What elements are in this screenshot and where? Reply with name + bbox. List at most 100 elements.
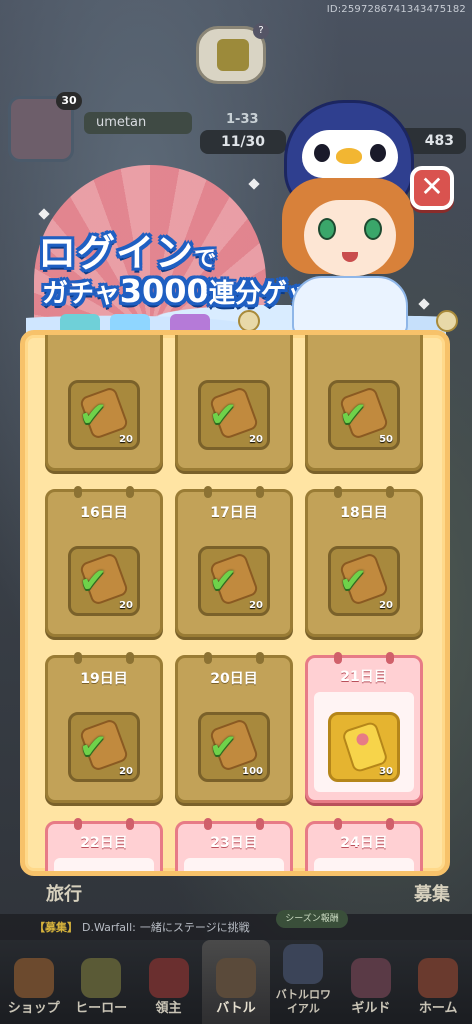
nav-tab-hero[interactable]: ヒーロー <box>67 940 134 1024</box>
calendar-ring <box>126 652 134 664</box>
recruit-label[interactable]: 募集 <box>414 880 450 906</box>
player-level-badge: 30 <box>56 92 82 110</box>
shop-icon <box>13 958 54 998</box>
reward-slot: ✔ 20 <box>198 546 270 616</box>
bell-ornament <box>238 310 260 332</box>
calendar-ring <box>386 330 394 332</box>
calendar-ring <box>126 486 134 498</box>
calendar-ring <box>204 330 212 332</box>
calendar-ring <box>74 652 82 664</box>
guild-icon <box>350 958 391 998</box>
nav-label: バトル <box>216 1001 256 1016</box>
reward-slot: ✔ 100 <box>198 712 270 782</box>
home-icon <box>418 958 459 998</box>
calendar-rings <box>48 486 160 498</box>
calendar-rings <box>178 652 290 664</box>
character-dress <box>292 276 408 336</box>
reward-quantity: 20 <box>119 766 133 777</box>
banner-title-main: ログイン <box>38 231 195 275</box>
day-label: 16日目 <box>80 505 128 521</box>
calendar-rings <box>48 818 160 830</box>
calendar-day-card: ✔ 20 <box>175 330 293 471</box>
help-icon: ? <box>253 23 269 39</box>
chat-sender: D.Warfall: <box>82 920 136 934</box>
calendar-ring <box>334 486 342 498</box>
calendar-ring <box>74 486 82 498</box>
claimed-check-icon: ✔ <box>209 727 238 767</box>
card-inner <box>314 858 414 871</box>
calendar-day-card[interactable]: 21日目 30 <box>305 652 423 803</box>
login-bonus-calendar: ✔ 20 ✔ 20 ✔ 50 16日目 ✔ 20 17日目 ✔ 20 18日目 ✔ 20 19日目 ✔ 20 20日… <box>20 330 450 876</box>
calendar-rings <box>48 652 160 664</box>
key-hint-bubble[interactable]: ? <box>196 23 269 84</box>
character-face <box>304 200 396 276</box>
day-label: 19日目 <box>80 671 128 687</box>
calendar-ring <box>334 330 342 332</box>
reward-slot: ✔ 20 <box>68 712 140 782</box>
username-label: umetan <box>84 112 192 134</box>
banner-subtitle-prefix: ガチャ <box>42 279 120 309</box>
lord-icon <box>148 958 189 998</box>
character-eye <box>364 218 382 240</box>
calendar-day-card: 18日目 ✔ 20 <box>305 486 423 637</box>
reward-quantity: 100 <box>242 766 263 777</box>
calendar-ring <box>74 818 82 830</box>
calendar-ring <box>256 652 264 664</box>
nav-label: 領主 <box>155 1001 182 1016</box>
banner-subtitle-number: 3000 <box>119 272 209 310</box>
calendar-day-card: 17日目 ✔ 20 <box>175 486 293 637</box>
nav-label: ショップ <box>7 1001 60 1016</box>
calendar-ring <box>256 818 264 830</box>
season-reward-pill[interactable]: シーズン報酬 <box>276 910 348 928</box>
chat-ticker[interactable]: 【募集】 D.Warfall: 一緒にステージに挑戦 <box>0 914 472 940</box>
calendar-ring <box>386 652 394 664</box>
calendar-ring <box>74 330 82 332</box>
calendar-ring <box>386 818 394 830</box>
hero-icon <box>81 958 122 998</box>
nav-tab-guild[interactable]: ギルド <box>337 940 404 1024</box>
penguin-eye <box>314 144 330 162</box>
penguin-eye <box>370 144 386 162</box>
reward-quantity: 20 <box>249 434 263 445</box>
calendar-ring <box>204 486 212 498</box>
nav-tab-royale[interactable]: バトルロワイアル <box>270 940 337 1024</box>
nav-label: ヒーロー <box>75 1001 128 1016</box>
calendar-rings <box>178 486 290 498</box>
penguin-beak <box>336 148 362 164</box>
close-button[interactable]: ✕ <box>410 166 454 210</box>
reward-slot: ✔ 20 <box>328 546 400 616</box>
calendar-grid: ✔ 20 ✔ 20 ✔ 50 16日目 ✔ 20 17日目 ✔ 20 18日目 ✔ 20 19日目 ✔ 20 20日… <box>45 330 423 871</box>
calendar-ring <box>256 486 264 498</box>
reward-slot: 30 <box>328 712 400 782</box>
reward-slot: ✔ 20 <box>68 546 140 616</box>
royale-icon <box>283 944 324 984</box>
calendar-day-card: 22日目 <box>45 818 163 871</box>
player-id: ID:2597286741343475182 <box>326 4 466 15</box>
penguin-hood-character <box>238 96 458 336</box>
nav-tab-battle[interactable]: バトル <box>202 940 270 1024</box>
calendar-ring <box>386 486 394 498</box>
calendar-ring <box>204 652 212 664</box>
travel-label[interactable]: 旅行 <box>46 880 82 906</box>
calendar-day-card: 24日目 <box>305 818 423 871</box>
claimed-check-icon: ✔ <box>339 561 368 601</box>
key-icon <box>217 39 249 71</box>
card-inner <box>54 858 154 871</box>
nav-tab-shop[interactable]: ショップ <box>0 940 67 1024</box>
day-label: 17日目 <box>210 505 258 521</box>
day-label: 18日目 <box>340 505 388 521</box>
nav-tab-lord[interactable]: 領主 <box>135 940 202 1024</box>
chat-tag: 【募集】 <box>34 921 78 934</box>
nav-tab-home[interactable]: ホーム <box>405 940 472 1024</box>
banner-title-suffix: で <box>194 247 218 272</box>
calendar-rings <box>308 652 420 664</box>
calendar-ring <box>334 652 342 664</box>
reward-slot: ✔ 20 <box>198 380 270 450</box>
calendar-rings <box>308 486 420 498</box>
claimed-check-icon: ✔ <box>339 395 368 435</box>
reward-slot: ✔ 20 <box>68 380 140 450</box>
claimed-check-icon: ✔ <box>79 395 108 435</box>
bottom-nav-bar: ショップ ヒーロー 領主 バトル バトルロワイアル ギルド ホーム <box>0 940 472 1024</box>
claimed-check-icon: ✔ <box>79 727 108 767</box>
banner-title: ログインで <box>38 222 217 277</box>
